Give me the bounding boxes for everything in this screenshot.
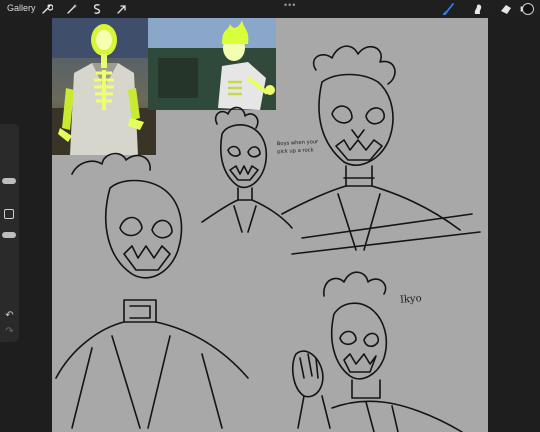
modify-button[interactable] (4, 209, 14, 219)
undo-button[interactable]: ↶ (3, 310, 16, 322)
redo-button[interactable]: ↷ (3, 326, 16, 338)
top-toolbar: Gallery ••• (0, 0, 540, 18)
transform-arrow-icon[interactable] (114, 1, 130, 17)
opacity-slider[interactable] (2, 232, 16, 238)
brush-size-slider[interactable] (2, 178, 16, 184)
sketch-layer (55, 45, 481, 432)
eraser-icon[interactable] (498, 1, 514, 17)
more-menu-button[interactable]: ••• (284, 0, 296, 10)
signature: Ikyo (399, 293, 423, 306)
handwritten-note: Boys when your pick up a rock (276, 139, 319, 156)
smudge-icon[interactable] (470, 1, 486, 17)
brush-icon[interactable] (441, 1, 457, 17)
selection-icon[interactable] (89, 1, 105, 17)
magic-wand-icon[interactable] (64, 1, 80, 17)
sidebar: ↶ ↷ (0, 124, 19, 342)
color-swatch[interactable] (522, 3, 534, 15)
wrench-icon[interactable] (39, 1, 55, 17)
gallery-button[interactable]: Gallery (7, 3, 36, 13)
drawing-canvas[interactable]: Boys when your pick up a rock Ikyo (52, 18, 488, 432)
